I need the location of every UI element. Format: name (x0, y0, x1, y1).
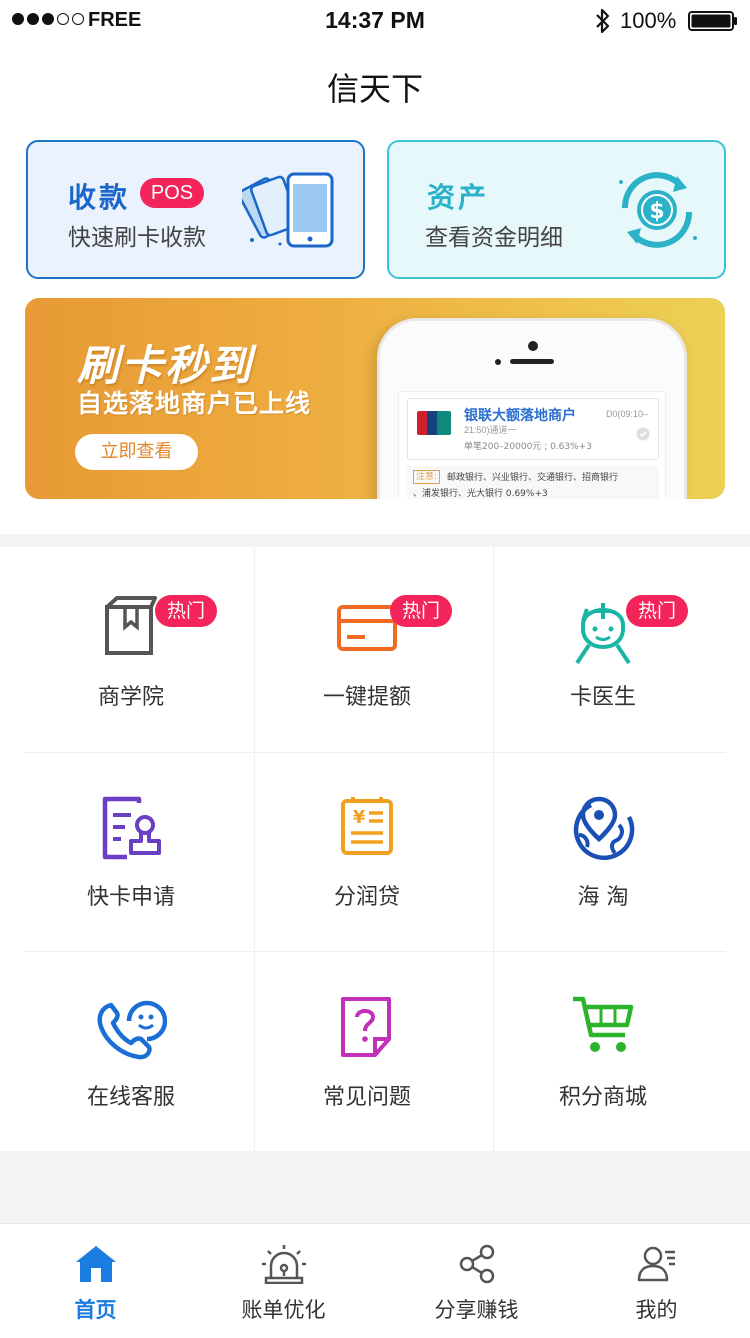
merchant-name: 银联大额落地商户 (464, 408, 576, 424)
grid-item-points-mall[interactable]: 积分商城 (484, 947, 722, 1147)
hot-badge: 热门 (390, 595, 452, 627)
book-icon (105, 596, 157, 655)
battery-icon (688, 11, 737, 31)
note-line-2: 、浦发银行、光大银行 0.69%+3 (413, 489, 548, 499)
tab-home[interactable]: 首页 (2, 1224, 189, 1338)
note-line-1: 邮政银行、兴业银行、交通银行、招商银行 (447, 473, 619, 483)
pos-card-title: 收款 (68, 181, 131, 214)
asset-card[interactable]: 资产 查看资金明细 $ (387, 140, 726, 279)
grid-item-card-doctor[interactable]: 热门 卡医生 (484, 547, 722, 747)
tab-share-earn[interactable]: 分享赚钱 (383, 1224, 570, 1338)
grid-item-label: 商学院 (97, 685, 164, 710)
note-tag: 注意: (413, 470, 441, 484)
tab-label: 我的 (635, 1298, 678, 1322)
grid-item-label: 积分商城 (558, 1085, 647, 1110)
merchant-card: 银联大额落地商户 D0(09:10– 21:50)通道一 单笔200–20000… (407, 398, 659, 460)
yen-receipt-icon: ¥ (341, 797, 393, 855)
card-swipe-phone-icon (242, 172, 334, 248)
view-now-button[interactable]: 立即查看 (75, 434, 198, 470)
tab-label: 分享赚钱 (434, 1298, 519, 1322)
grid-item-quick-card-apply[interactable]: 快卡申请 (12, 747, 250, 947)
shopping-cart-icon (573, 996, 634, 1052)
pos-card-subtitle: 快速刷卡收款 (68, 225, 206, 251)
bluetooth-icon (596, 8, 610, 34)
grid-item-label: 分润贷 (333, 885, 400, 910)
hot-badge: 热门 (626, 595, 688, 627)
section-divider (0, 1151, 750, 1223)
page-title: 信天下 (326, 70, 423, 108)
feature-grid: 热门 商学院 热门 一键提额 热门 卡医生 快卡申请 ¥ 分润贷 海 淘 在线客… (0, 547, 750, 1151)
grid-item-credit-boost[interactable]: 热门 一键提额 (248, 547, 486, 747)
application-form-icon (102, 796, 161, 860)
doctor-icon (575, 603, 631, 665)
pos-collect-card[interactable]: 收款 POS 快速刷卡收款 (26, 140, 365, 279)
question-doc-icon (341, 997, 391, 1057)
credit-card-icon (337, 605, 397, 651)
globe-pin-icon (573, 796, 635, 861)
asset-card-title: 资产 (427, 181, 490, 214)
svg-text:$: $ (649, 199, 664, 224)
profile-icon (637, 1246, 675, 1282)
home-icon (75, 1246, 116, 1282)
merchant-channel: 21:50)通道一 (464, 425, 517, 435)
unionpay-logo-icon (417, 411, 451, 435)
grid-item-online-service[interactable]: 在线客服 (12, 947, 250, 1147)
tab-label: 首页 (74, 1298, 117, 1322)
grid-item-label: 卡医生 (569, 685, 636, 710)
battery-percent: 100% (620, 8, 677, 33)
banner-subtitle: 自选落地商户已上线 (77, 389, 312, 418)
check-circle-icon (636, 427, 650, 441)
merchant-limit: 单笔200–20000元 ; 0.63%+3 (464, 442, 592, 452)
grid-item-profit-loan[interactable]: ¥ 分润贷 (248, 747, 486, 947)
merchant-note: 注意: 邮政银行、兴业银行、交通银行、招商银行 、浦发银行、光大银行 0.69%… (407, 466, 659, 499)
grid-item-label: 常见问题 (322, 1085, 411, 1110)
section-divider (0, 534, 750, 547)
tab-bill-optimize[interactable]: 账单优化 (190, 1224, 377, 1338)
grid-item-label: 海 淘 (577, 885, 629, 910)
asset-card-subtitle: 查看资金明细 (425, 225, 563, 251)
tab-label: 账单优化 (241, 1298, 326, 1322)
tab-mine[interactable]: 我的 (563, 1224, 750, 1338)
alarm-light-icon (261, 1245, 306, 1284)
customer-service-icon (97, 1000, 167, 1060)
grid-item-label: 快卡申请 (86, 885, 175, 910)
promo-banner[interactable]: 刷卡秒到 自选落地商户已上线 立即查看 银联大额落地商户 D0(09:10– 2… (25, 298, 725, 499)
pos-badge: POS (140, 178, 204, 208)
grid-item-faq[interactable]: 常见问题 (248, 947, 486, 1147)
share-icon (459, 1244, 494, 1284)
grid-item-label: 在线客服 (86, 1085, 175, 1110)
dollar-cycle-icon: $ (619, 172, 697, 248)
bottom-tab-bar: 首页 账单优化 分享赚钱 我的 (0, 1223, 750, 1338)
grid-item-overseas-shopping[interactable]: 海 淘 (484, 747, 722, 947)
phone-mockup-image: 银联大额落地商户 D0(09:10– 21:50)通道一 单笔200–20000… (377, 318, 687, 499)
status-bar: FREE 14:37 PM 100% (0, 0, 750, 40)
grid-item-business-school[interactable]: 热门 商学院 (12, 547, 250, 747)
hot-badge: 热门 (155, 595, 217, 627)
svg-text:¥: ¥ (353, 807, 366, 828)
grid-item-label: 一键提额 (322, 685, 411, 710)
merchant-time: D0(09:10– (606, 409, 649, 419)
